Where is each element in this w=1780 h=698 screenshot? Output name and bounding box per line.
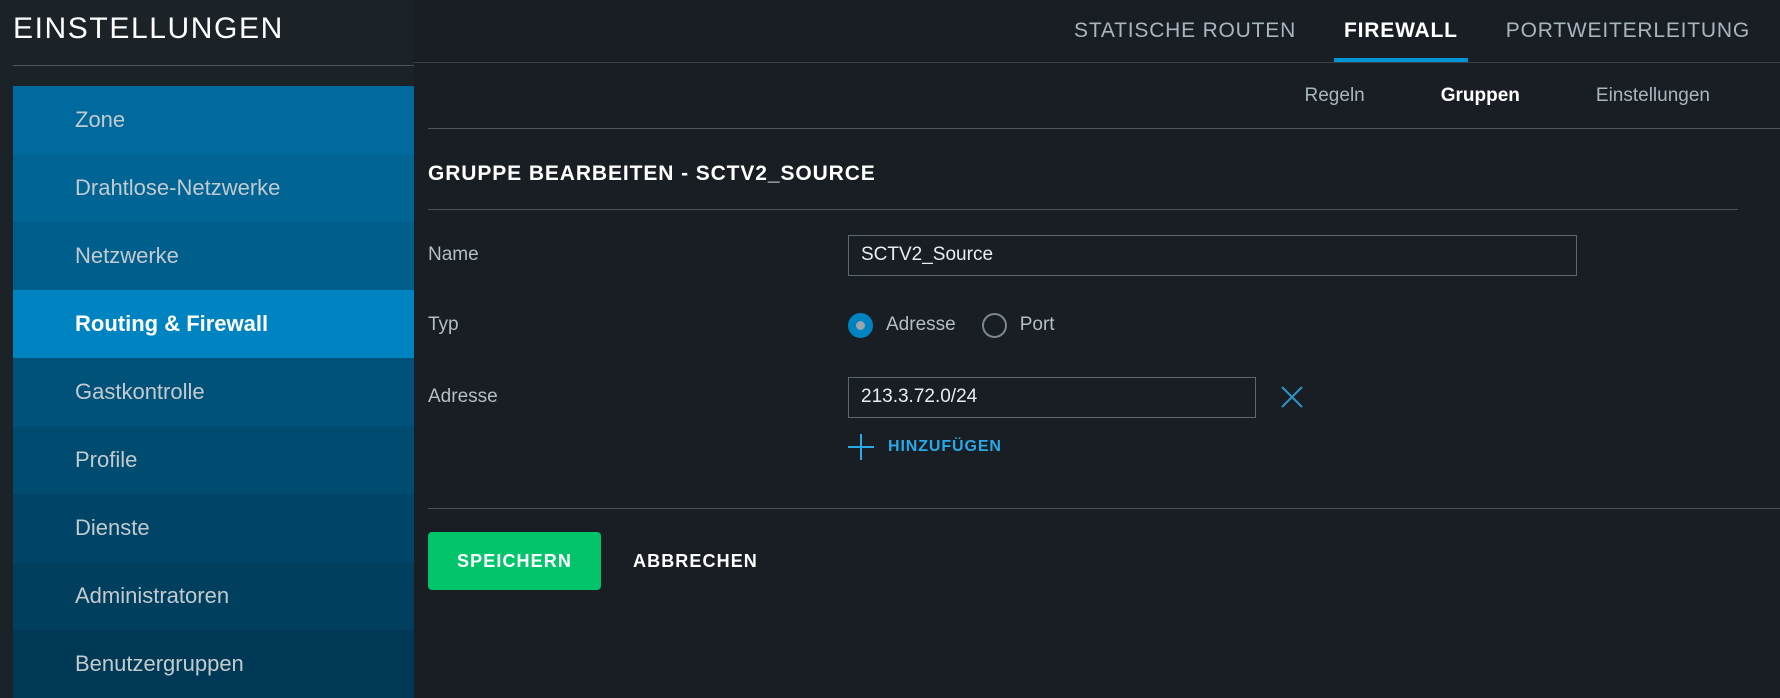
settings-page: EINSTELLUNGEN Zone Drahtlose-Netzwerke Net… (0, 0, 1780, 698)
radio-circle-icon (848, 312, 873, 338)
sidebar-item-label: Profile (75, 447, 138, 472)
add-address-button[interactable]: HINZUFÜGEN (848, 434, 1002, 460)
radio-port[interactable]: Port (981, 312, 1055, 338)
sidebar-item-label: Zone (75, 107, 126, 132)
form-row-name: Name (428, 231, 1780, 279)
adresse-input[interactable] (848, 376, 1256, 418)
radio-adresse[interactable]: Adresse (848, 312, 956, 338)
sidebar-item-label: Drahtlose-Netzwerke (75, 175, 281, 200)
panel-divider (428, 209, 1738, 210)
radio-circle-icon (981, 312, 1007, 338)
subtab-regeln[interactable]: Regeln (1267, 63, 1403, 129)
subtab-gruppen[interactable]: Gruppen (1403, 63, 1558, 129)
cancel-button[interactable]: ABBRECHEN (633, 532, 758, 590)
page-title: GRUPPE BEARBEITEN - SCTV2_SOURCE (428, 162, 876, 185)
sidebar-item-gastkontrolle[interactable]: Gastkontrolle (13, 358, 414, 426)
sidebar-item-label: Benutzergruppen (75, 651, 244, 676)
main-content: STATISCHE ROUTEN FIREWALL PORTWEITERLEITUN… (414, 0, 1780, 698)
sidebar-item-profile[interactable]: Profile (13, 426, 414, 494)
radio-label: Adresse (886, 314, 956, 335)
sidebar-item-drahtlose-netzwerke[interactable]: Drahtlose-Netzwerke (13, 154, 414, 222)
tab-portweiterleitung[interactable]: PORTWEITERLEITUNG (1482, 0, 1774, 62)
sidebar-divider (13, 65, 415, 66)
close-x-icon[interactable] (1278, 383, 1306, 411)
sidebar-item-label: Routing & Firewall (75, 311, 269, 336)
sidebar-item-label: Netzwerke (75, 243, 179, 268)
radio-label: Port (1019, 314, 1055, 335)
footer-actions: SPEICHERN ABBRECHEN (428, 532, 1780, 590)
sidebar-item-label: Dienste (75, 515, 150, 540)
sidebar-title: EINSTELLUNGEN (13, 12, 284, 45)
sidebar-item-dienste[interactable]: Dienste (13, 494, 414, 562)
sidebar-item-zone[interactable]: Zone (13, 86, 414, 154)
subtab-einstellungen[interactable]: Einstellungen (1558, 63, 1748, 129)
sub-tabbar: Regeln Gruppen Einstellungen (414, 63, 1780, 129)
typ-radio-group: Adresse Port (848, 312, 1081, 338)
plus-icon (848, 434, 874, 460)
form-row-typ: Typ Adresse Port (428, 301, 1780, 349)
sidebar-nav: Zone Drahtlose-Netzwerke Netzwerke Routing … (13, 86, 450, 698)
sidebar-item-netzwerke[interactable]: Netzwerke (13, 222, 414, 290)
adresse-label: Adresse (428, 386, 498, 407)
sidebar-item-label: Gastkontrolle (75, 379, 205, 404)
radio-dot-icon (856, 320, 865, 330)
sidebar: EINSTELLUNGEN Zone Drahtlose-Netzwerke Net… (0, 0, 450, 698)
top-tabbar: STATISCHE ROUTEN FIREWALL PORTWEITERLEITUN… (414, 0, 1780, 63)
edit-group-panel: GRUPPE BEARBEITEN - SCTV2_SOURCE Name Ty… (414, 162, 1780, 590)
sidebar-item-routing-firewall[interactable]: Routing & Firewall (13, 290, 450, 358)
footer-divider (428, 508, 1780, 509)
typ-label: Typ (428, 314, 459, 335)
sidebar-item-administratoren[interactable]: Administratoren (13, 562, 414, 630)
subnav-divider (428, 128, 1780, 129)
tab-firewall[interactable]: FIREWALL (1320, 0, 1482, 62)
sidebar-item-label: Administratoren (75, 583, 230, 608)
add-address-label: HINZUFÜGEN (888, 438, 1002, 455)
save-button[interactable]: SPEICHERN (428, 532, 601, 590)
form-row-adresse: Adresse (428, 373, 1780, 421)
name-label: Name (428, 244, 479, 265)
name-input[interactable] (848, 234, 1577, 276)
tab-statische-routen[interactable]: STATISCHE ROUTEN (1050, 0, 1320, 62)
sidebar-item-benutzergruppen[interactable]: Benutzergruppen (13, 630, 414, 698)
